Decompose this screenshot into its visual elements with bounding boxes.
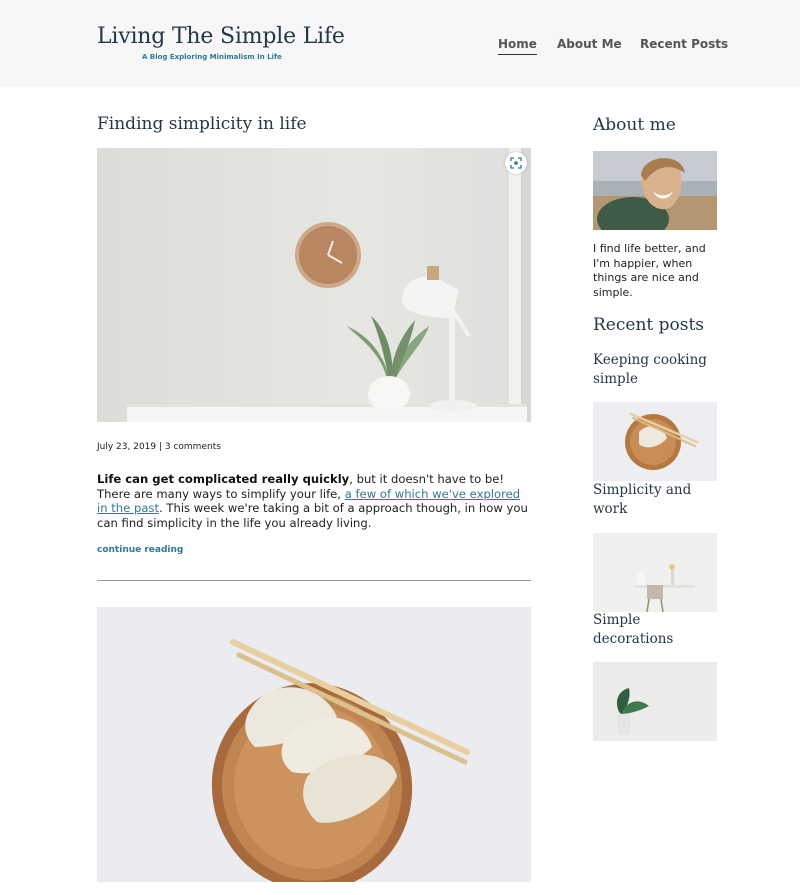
- recent-post-thumbnail[interactable]: [593, 533, 717, 612]
- post-divider: [97, 580, 531, 581]
- post-excerpt: Life can get complicated really quickly,…: [97, 472, 531, 530]
- nav-home[interactable]: Home: [498, 37, 537, 55]
- recent-post-thumbnail[interactable]: [593, 402, 717, 481]
- recent-post-link[interactable]: Keeping cooking simple: [593, 351, 723, 388]
- about-me-text: I find life better, and I'm happier, whe…: [593, 242, 706, 299]
- post-meta: July 23, 2019 | 3 comments: [97, 442, 221, 452]
- post-hero-image: [97, 148, 531, 422]
- nav-recent-posts[interactable]: Recent Posts: [640, 37, 728, 51]
- avatar: [593, 151, 717, 230]
- site-tagline: A Blog Exploring Minimalism In Life: [142, 53, 282, 61]
- recent-post-link[interactable]: Simplicity and work: [593, 481, 723, 518]
- site-title[interactable]: Living The Simple Life: [97, 24, 345, 49]
- recent-post-thumbnail[interactable]: [593, 662, 717, 741]
- excerpt-bold: Life can get complicated really quickly: [97, 472, 350, 486]
- recent-post-link[interactable]: Simple decorations: [593, 611, 723, 648]
- site-header: Living The Simple Life A Blog Exploring …: [0, 0, 800, 87]
- about-me-heading: About me: [593, 115, 676, 135]
- excerpt-text-2: . This week we're taking a bit of a appr…: [97, 501, 528, 530]
- recent-posts-heading: Recent posts: [593, 315, 705, 335]
- continue-reading-link[interactable]: continue reading: [97, 545, 183, 555]
- post-title[interactable]: Finding simplicity in life: [97, 114, 307, 134]
- second-post-image[interactable]: [97, 607, 531, 882]
- nav-about-me[interactable]: About Me: [557, 37, 622, 51]
- lens-icon[interactable]: [505, 152, 527, 174]
